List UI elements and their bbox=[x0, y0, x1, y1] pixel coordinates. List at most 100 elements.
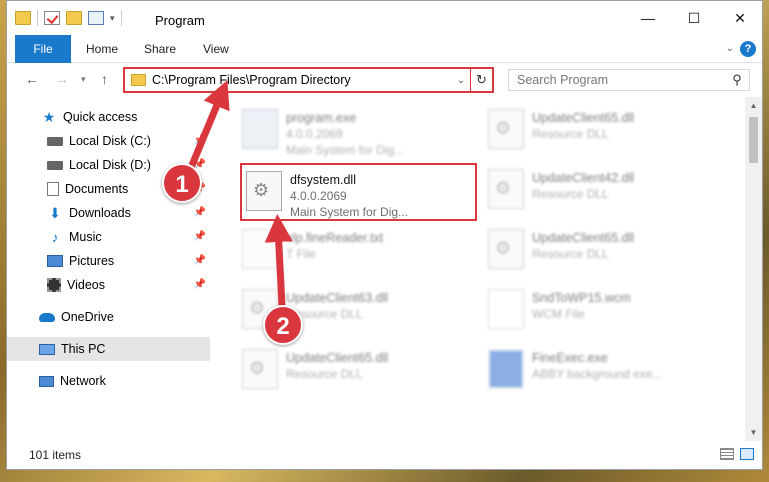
sidebar-item-label: Documents bbox=[65, 182, 129, 196]
scroll-up-icon[interactable]: ▲ bbox=[745, 97, 762, 114]
sidebar-item-network[interactable]: Network bbox=[7, 369, 210, 393]
tab-share[interactable]: Share bbox=[144, 35, 176, 63]
file-name: SndToWP15.wcm bbox=[532, 291, 631, 305]
documents-icon bbox=[47, 182, 59, 196]
file-item[interactable]: elp.fineReader.txt T File bbox=[238, 223, 483, 279]
forward-button[interactable]: → bbox=[55, 71, 69, 87]
file-type: Resource DLL bbox=[532, 187, 609, 201]
tab-home[interactable]: Home bbox=[86, 35, 118, 63]
recent-locations-button[interactable]: ▾ bbox=[81, 74, 86, 85]
sidebar-item-label: Downloads bbox=[69, 206, 131, 220]
exe-icon bbox=[242, 109, 278, 149]
navigation-bar: ← → ▾ ↑ C:\Program Files\Program Directo… bbox=[7, 63, 762, 97]
expand-ribbon-icon[interactable]: ⌄ bbox=[726, 43, 734, 54]
file-item[interactable]: UpdateClient65.dll Resource DLL bbox=[238, 343, 483, 399]
dll-icon bbox=[242, 349, 278, 389]
file-item-dfsystem[interactable]: dfsystem.dll 4.0.0.2069 Main System for … bbox=[242, 165, 487, 221]
network-icon bbox=[39, 375, 54, 387]
minimize-button[interactable]: — bbox=[626, 1, 670, 35]
file-version: 4.0.0.2069 bbox=[286, 127, 343, 141]
sidebar-item-label: Network bbox=[60, 374, 106, 388]
file-name: UpdateClient63.dll bbox=[286, 291, 389, 305]
sidebar-item-label: Local Disk (C:) bbox=[69, 134, 151, 148]
file-name: FineExec.exe bbox=[532, 351, 608, 365]
download-icon: ⬇ bbox=[49, 204, 61, 221]
customize-toolbar-icon[interactable] bbox=[88, 11, 104, 25]
pin-icon[interactable]: 📌 bbox=[194, 231, 206, 242]
file-name: UpdateClient65.dll bbox=[532, 231, 635, 245]
pin-icon[interactable]: 📌 bbox=[194, 279, 206, 290]
properties-check-icon[interactable] bbox=[44, 11, 60, 25]
sidebar-item-videos[interactable]: Videos 📌 bbox=[7, 273, 210, 297]
sidebar-item-onedrive[interactable]: OneDrive bbox=[7, 305, 210, 329]
details-view-icon[interactable] bbox=[720, 448, 734, 460]
search-icon[interactable]: ⚲ bbox=[725, 72, 749, 88]
sidebar-item-label: OneDrive bbox=[61, 310, 114, 324]
explorer-window: ▾ Program — ☐ ✕ File Home Share View ⌄ ?… bbox=[6, 0, 763, 470]
address-bar[interactable]: C:\Program Files\Program Directory ⌄ ↻ bbox=[123, 67, 494, 93]
search-input[interactable] bbox=[517, 73, 725, 87]
toolbar-divider bbox=[37, 10, 38, 26]
sidebar-item-label: Pictures bbox=[69, 254, 115, 268]
refresh-button[interactable]: ↻ bbox=[470, 69, 492, 91]
maximize-button[interactable]: ☐ bbox=[672, 1, 716, 35]
scroll-thumb[interactable] bbox=[749, 117, 758, 163]
file-item[interactable]: program.exe 4.0.0.2069 Main System for D… bbox=[238, 103, 483, 159]
wcm-file-icon bbox=[488, 289, 524, 329]
sidebar-item-label: Quick access bbox=[63, 110, 138, 124]
up-button[interactable]: ↑ bbox=[101, 71, 108, 87]
computer-icon bbox=[39, 343, 55, 355]
dll-icon bbox=[488, 109, 524, 149]
vertical-scrollbar[interactable]: ▲ ▼ bbox=[745, 97, 762, 441]
pin-icon[interactable]: 📌 bbox=[194, 207, 206, 218]
large-icons-view-icon[interactable] bbox=[740, 448, 754, 460]
file-type: Resource DLL bbox=[532, 247, 609, 261]
item-count: 101 items bbox=[29, 448, 82, 462]
new-folder-icon[interactable] bbox=[66, 11, 82, 25]
back-button[interactable]: ← bbox=[25, 71, 39, 87]
text-file-icon bbox=[242, 229, 278, 269]
videos-icon bbox=[47, 278, 61, 292]
file-item[interactable]: SndToWP15.wcm WCM File bbox=[484, 283, 729, 339]
sidebar-item-local-disk-c[interactable]: Local Disk (C:) 📌 bbox=[7, 129, 210, 153]
file-description: ABBY background exe... bbox=[532, 367, 663, 381]
file-name: UpdateClient65.dll bbox=[286, 351, 389, 365]
sidebar-item-pictures[interactable]: Pictures 📌 bbox=[7, 249, 210, 273]
callout-step-1: 1 bbox=[162, 163, 202, 203]
sidebar-item-this-pc[interactable]: This PC bbox=[7, 337, 210, 361]
disk-icon bbox=[47, 160, 63, 170]
folder-icon bbox=[15, 11, 31, 25]
pin-icon[interactable]: 📌 bbox=[194, 135, 206, 146]
highlighted-file-box: dfsystem.dll 4.0.0.2069 Main System for … bbox=[240, 163, 477, 221]
file-type: WCM File bbox=[532, 307, 585, 321]
navigation-pane: ★ Quick access Local Disk (C:) 📌 Local D… bbox=[7, 97, 210, 441]
music-icon: ♪ bbox=[51, 229, 59, 245]
help-icon[interactable]: ? bbox=[740, 41, 756, 57]
address-path[interactable]: C:\Program Files\Program Directory bbox=[152, 73, 452, 87]
file-item[interactable]: FineExec.exe ABBY background exe... bbox=[484, 343, 729, 399]
application-icon bbox=[488, 349, 524, 389]
file-item[interactable]: UpdateClient65.dll Resource DLL bbox=[484, 223, 729, 279]
file-item[interactable]: UpdateClient42.dll Resource DLL bbox=[484, 163, 729, 219]
tab-view[interactable]: View bbox=[203, 35, 229, 63]
disk-icon bbox=[47, 136, 63, 146]
file-type: Resource DLL bbox=[286, 367, 363, 381]
sidebar-item-downloads[interactable]: ⬇ Downloads 📌 bbox=[7, 201, 210, 225]
file-name: dfsystem.dll bbox=[290, 173, 356, 187]
file-name: program.exe bbox=[286, 111, 357, 125]
chevron-down-icon[interactable]: ⌄ bbox=[452, 75, 470, 86]
pin-icon[interactable]: 📌 bbox=[194, 255, 206, 266]
file-type: T File bbox=[286, 247, 316, 261]
dll-icon bbox=[488, 229, 524, 269]
scroll-down-icon[interactable]: ▼ bbox=[745, 424, 762, 441]
file-item[interactable]: UpdateClient65.dll Resource DLL bbox=[484, 103, 729, 159]
tab-file[interactable]: File bbox=[15, 35, 71, 63]
sidebar-item-quick-access[interactable]: ★ Quick access bbox=[7, 105, 210, 129]
close-button[interactable]: ✕ bbox=[718, 1, 762, 35]
search-box[interactable]: ⚲ bbox=[508, 69, 750, 91]
dll-icon bbox=[488, 169, 524, 209]
folder-icon bbox=[131, 74, 146, 86]
sidebar-item-music[interactable]: ♪ Music 📌 bbox=[7, 225, 210, 249]
chevron-down-icon[interactable]: ▾ bbox=[110, 13, 115, 24]
file-description: Main System for Dig... bbox=[290, 205, 409, 219]
